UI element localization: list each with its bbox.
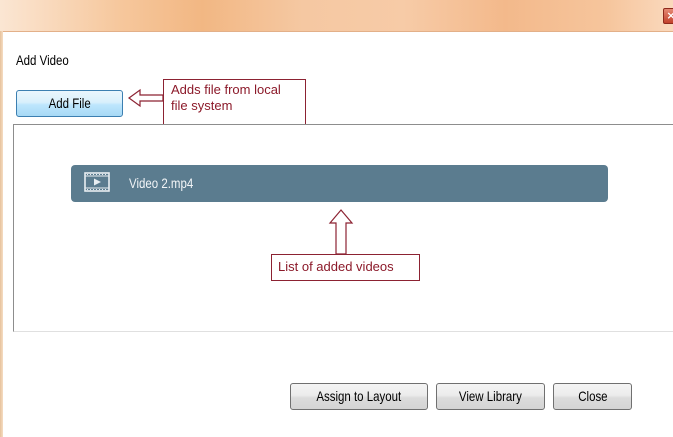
video-play-icon	[84, 172, 110, 192]
view-library-label: View Library	[459, 388, 522, 404]
video-item-label: Video 2.mp4	[129, 175, 194, 191]
dialog-title: Add Video	[16, 52, 69, 68]
title-bar: ×	[0, 0, 673, 32]
add-file-button[interactable]: Add File	[16, 90, 123, 117]
add-file-button-label: Add File	[48, 95, 91, 111]
window-close-button[interactable]: ×	[663, 8, 673, 24]
window-left-frame	[0, 31, 3, 437]
assign-to-layout-button[interactable]: Assign to Layout	[290, 383, 428, 410]
add-file-callout-arrow	[127, 88, 164, 108]
list-callout-arrow	[328, 209, 354, 255]
add-file-callout-line2: file system	[171, 98, 233, 113]
video-list-item[interactable]: Video 2.mp4	[71, 165, 608, 202]
add-file-callout: Adds file from local file system	[163, 79, 306, 129]
close-label: Close	[577, 388, 608, 404]
close-button[interactable]: Close	[553, 383, 632, 410]
view-library-button[interactable]: View Library	[436, 383, 545, 410]
video-list-callout: List of added videos	[271, 254, 420, 281]
assign-to-layout-label: Assign to Layout	[316, 388, 402, 404]
add-video-window: × Add Video Add File Adds file from loca…	[0, 0, 673, 437]
add-file-callout-line1: Adds file from local	[171, 82, 281, 97]
